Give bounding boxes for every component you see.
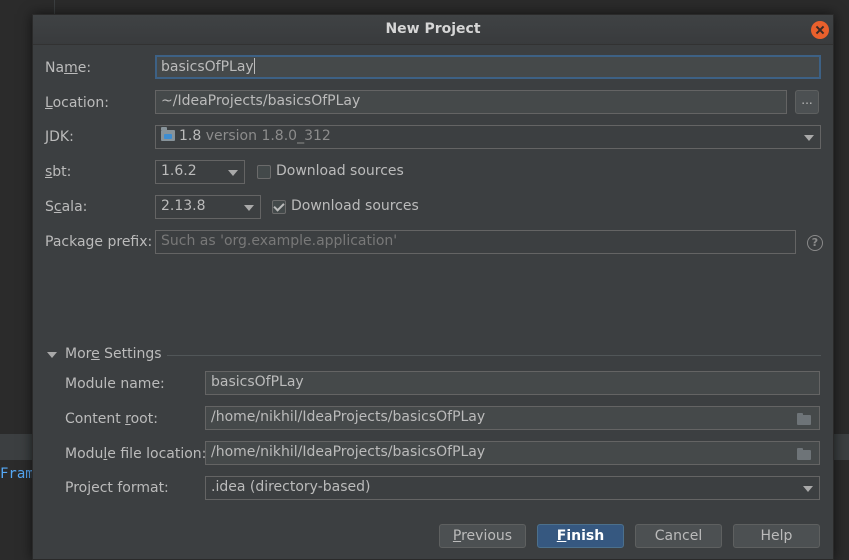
jdk-dropdown[interactable]: 1.8 version 1.8.0_312: [155, 125, 821, 149]
location-input[interactable]: ~/IdeaProjects/basicsOfPLay: [155, 90, 787, 114]
content-root-input[interactable]: /home/nikhil/IdeaProjects/basicsOfPLay: [205, 406, 820, 430]
close-icon[interactable]: [811, 21, 829, 39]
folder-icon[interactable]: [797, 413, 813, 425]
module-name-label: Module name:: [65, 376, 165, 392]
folder-icon[interactable]: [797, 448, 813, 460]
new-project-dialog: New Project Name: basicsOfPLay Location:…: [32, 14, 834, 560]
scala-download-sources-label[interactable]: Download sources: [291, 198, 419, 214]
module-name-input[interactable]: basicsOfPLay: [205, 371, 820, 395]
project-format-dropdown[interactable]: .idea (directory-based): [205, 476, 820, 500]
location-label: Location:: [45, 95, 109, 111]
more-settings-title[interactable]: More Settings: [65, 346, 162, 362]
help-icon[interactable]: ?: [807, 235, 823, 251]
cancel-button[interactable]: Cancel: [635, 524, 722, 548]
project-format-value: .idea (directory-based): [211, 479, 371, 495]
ide-code-fragment: Fram: [0, 466, 34, 482]
dialog-titlebar: New Project: [33, 15, 833, 45]
scala-download-sources-checkbox[interactable]: [272, 200, 286, 214]
more-settings-toggle-icon[interactable]: [47, 352, 57, 358]
sbt-download-sources-checkbox[interactable]: [257, 165, 271, 179]
ide-gutter-line: [54, 0, 55, 14]
previous-button[interactable]: Previous: [439, 524, 526, 548]
chevron-down-icon: [803, 486, 813, 492]
dialog-title: New Project: [385, 21, 481, 37]
finish-button[interactable]: Finish: [537, 524, 624, 548]
jdk-name: 1.8: [179, 128, 202, 144]
sbt-version-dropdown[interactable]: 1.6.2: [155, 160, 245, 184]
jdk-version: version 1.8.0_312: [205, 128, 331, 144]
name-input[interactable]: basicsOfPLay: [155, 55, 821, 79]
package-prefix-input[interactable]: Such as 'org.example.application': [155, 230, 796, 254]
scala-label: Scala:: [45, 199, 88, 215]
help-button[interactable]: Help: [733, 524, 820, 548]
name-label: Name:: [45, 60, 92, 76]
scala-version-value: 2.13.8: [161, 198, 206, 214]
project-format-label: Project format:: [65, 480, 169, 496]
scala-version-dropdown[interactable]: 2.13.8: [155, 195, 261, 219]
module-file-location-input[interactable]: /home/nikhil/IdeaProjects/basicsOfPLay: [205, 441, 820, 465]
content-root-label: Content root:: [65, 411, 158, 427]
package-prefix-label: Package prefix:: [45, 234, 153, 250]
chevron-down-icon: [244, 205, 254, 211]
jdk-folder-icon: [161, 127, 175, 141]
location-browse-button[interactable]: ...: [795, 90, 819, 114]
section-divider: [167, 355, 821, 356]
module-file-location-label: Module file location:: [65, 446, 207, 462]
sbt-label: sbt:: [45, 164, 72, 180]
sbt-version-value: 1.6.2: [161, 163, 197, 179]
sbt-download-sources-label[interactable]: Download sources: [276, 163, 404, 179]
chevron-down-icon: [804, 135, 814, 141]
chevron-down-icon: [228, 170, 238, 176]
jdk-label: JDK:: [45, 129, 74, 145]
